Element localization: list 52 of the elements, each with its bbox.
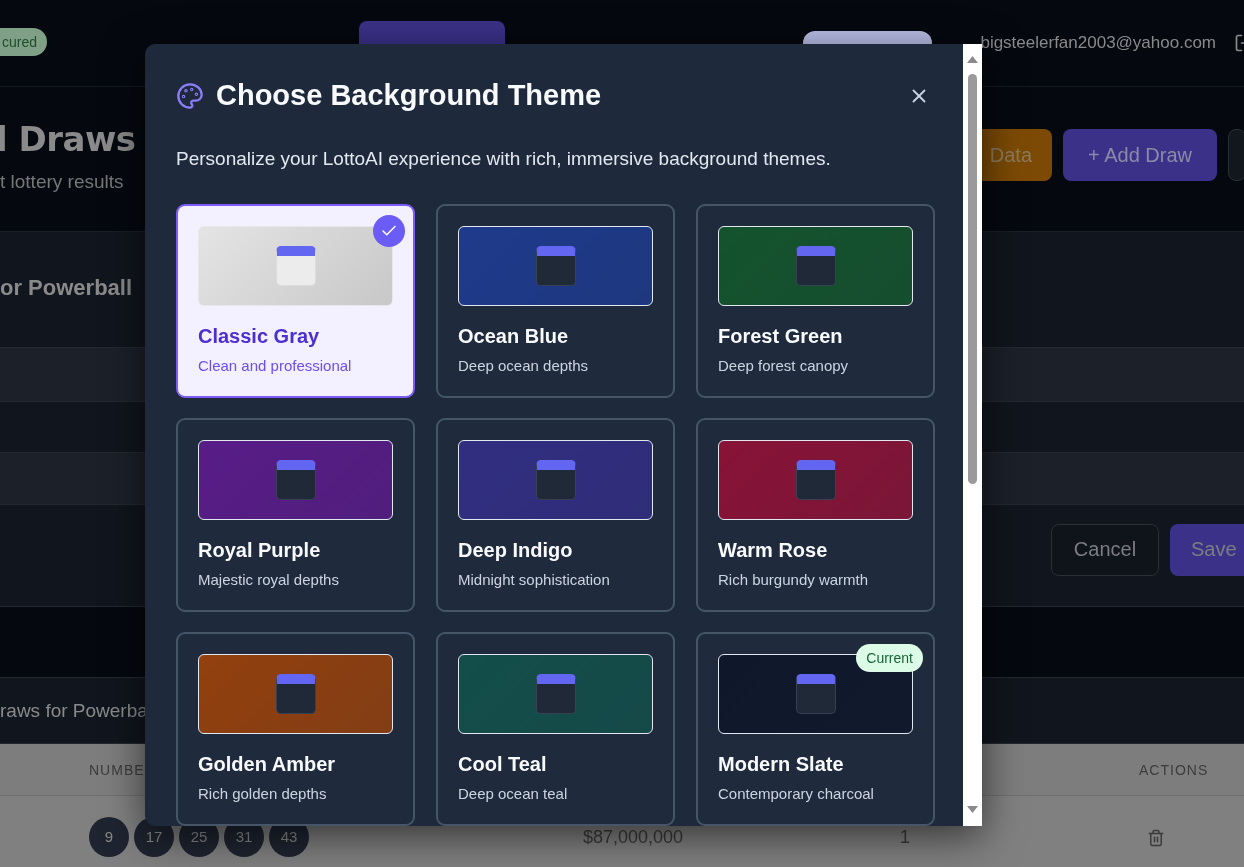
theme-card[interactable]: Forest Green Deep forest canopy [696, 204, 935, 398]
window-icon [795, 246, 836, 286]
theme-description: Deep forest canopy [718, 357, 850, 374]
theme-name: Cool Teal [458, 753, 548, 776]
theme-card[interactable]: Classic Gray Clean and professional [176, 204, 415, 398]
window-icon [535, 674, 576, 714]
scrollbar[interactable] [963, 44, 982, 826]
user-email: bigsteelerfan2003@yahoo.com [980, 33, 1216, 53]
theme-name: Modern Slate [718, 753, 845, 776]
current-badge: Current [856, 644, 923, 672]
theme-name: Warm Rose [718, 539, 829, 562]
number-ball: 9 [89, 816, 129, 857]
theme-description: Midnight sophistication [458, 571, 611, 588]
column-header: NUMBE [89, 761, 145, 778]
section-title: or Powerball [0, 274, 133, 301]
theme-description: Deep ocean depths [458, 357, 590, 374]
page-subtitle: t lottery results [0, 171, 125, 193]
theme-card[interactable]: Golden Amber Rich golden depths [176, 632, 415, 826]
check-icon [373, 215, 405, 247]
theme-card[interactable]: Royal Purple Majestic royal depths [176, 418, 415, 612]
window-icon [275, 460, 316, 500]
dialog-description: Personalize your LottoAI experience with rich, immersive background themes. [176, 148, 832, 170]
window-icon [535, 460, 576, 500]
theme-name: Royal Purple [198, 539, 322, 562]
window-icon [275, 246, 316, 286]
trash-icon[interactable] [1147, 828, 1165, 847]
window-icon [795, 460, 836, 500]
status-badge: cured [0, 28, 48, 56]
window-icon [275, 674, 316, 714]
column-header: ACTIONS [1139, 761, 1209, 778]
theme-description: Contemporary charcoal [718, 785, 875, 802]
theme-name: Deep Indigo [458, 539, 574, 562]
theme-description: Rich burgundy warmth [718, 571, 870, 588]
theme-card[interactable]: Warm Rose Rich burgundy warmth [696, 418, 935, 612]
theme-description: Majestic royal depths [198, 571, 340, 588]
theme-name: Golden Amber [198, 753, 337, 776]
list-title: raws for Powerba [0, 699, 148, 722]
theme-card[interactable]: Cool Teal Deep ocean teal [436, 632, 675, 826]
dialog-title: Choose Background Theme [216, 79, 603, 112]
theme-description: Rich golden depths [198, 785, 328, 802]
window-icon [535, 246, 576, 286]
palette-icon [176, 81, 204, 110]
theme-name: Ocean Blue [458, 325, 570, 348]
theme-name: Classic Gray [198, 325, 321, 348]
cancel-button[interactable]: Cancel [1051, 523, 1159, 576]
theme-description: Clean and professional [198, 357, 353, 374]
theme-card[interactable]: Deep Indigo Midnight sophistication [436, 418, 675, 612]
window-icon [795, 674, 836, 714]
theme-name: Forest Green [718, 325, 844, 348]
theme-card[interactable]: Current Modern Slate Contemporary charcoal [696, 632, 935, 826]
theme-description: Deep ocean teal [458, 785, 569, 802]
theme-card[interactable]: Ocean Blue Deep ocean depths [436, 204, 675, 398]
